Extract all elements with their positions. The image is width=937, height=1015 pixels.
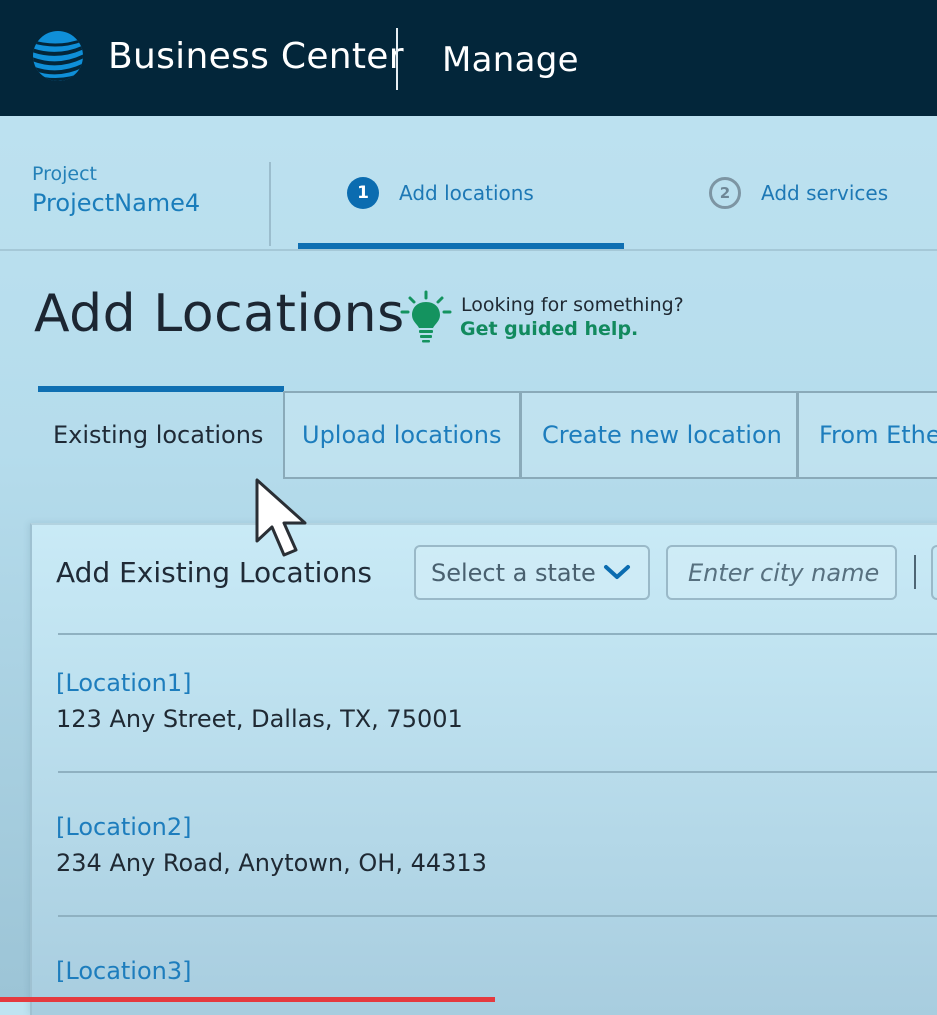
step-add-services[interactable]: 2 Add services (709, 175, 888, 211)
video-progress-bar[interactable] (0, 997, 495, 1002)
step-label: Add locations (399, 181, 534, 205)
active-step-indicator (298, 243, 624, 249)
page-title: Add Locations (34, 284, 405, 344)
section-title[interactable]: Manage (442, 40, 579, 80)
location-name-link[interactable]: [Location2] (56, 813, 192, 841)
location-name-link[interactable]: [Location3] (56, 957, 192, 985)
brand-name: Business Center (108, 36, 404, 77)
row-divider (58, 771, 937, 773)
step-label: Add services (761, 181, 889, 205)
panel-title: Add Existing Locations (56, 556, 372, 589)
step-number: 1 (347, 177, 379, 209)
project-divider (269, 162, 271, 246)
step-number: 2 (709, 177, 741, 209)
tab-existing-locations[interactable]: Existing locations (38, 391, 284, 479)
location-address: 234 Any Road, Anytown, OH, 44313 (56, 849, 487, 877)
step-add-locations[interactable]: 1 Add locations (347, 175, 534, 211)
additional-filter-field[interactable] (931, 545, 937, 600)
location-address: 123 Any Street, Dallas, TX, 75001 (56, 705, 463, 733)
project-label: Project (32, 163, 98, 185)
lightbulb-icon (400, 290, 452, 343)
city-input[interactable] (666, 545, 897, 600)
chevron-down-icon[interactable] (602, 560, 632, 584)
row-divider (58, 915, 937, 917)
tab-create-new-location[interactable]: Create new location (520, 391, 798, 479)
project-name[interactable]: ProjectName4 (32, 189, 200, 217)
tab-upload-locations[interactable]: Upload locations (283, 391, 521, 479)
att-globe-icon[interactable] (32, 30, 84, 82)
mouse-cursor-icon (255, 478, 307, 557)
filter-divider (914, 555, 916, 589)
state-select-value: Select a state (431, 558, 596, 587)
top-bar: Business Center Manage (0, 0, 937, 116)
guided-help-link[interactable]: Get guided help. (460, 318, 638, 340)
help-prompt: Looking for something? (461, 294, 684, 316)
location-name-link[interactable]: [Location1] (56, 669, 192, 697)
tab-from-ethernet[interactable]: From Ethe (797, 391, 937, 479)
row-divider (58, 633, 937, 635)
header-divider (396, 28, 398, 90)
